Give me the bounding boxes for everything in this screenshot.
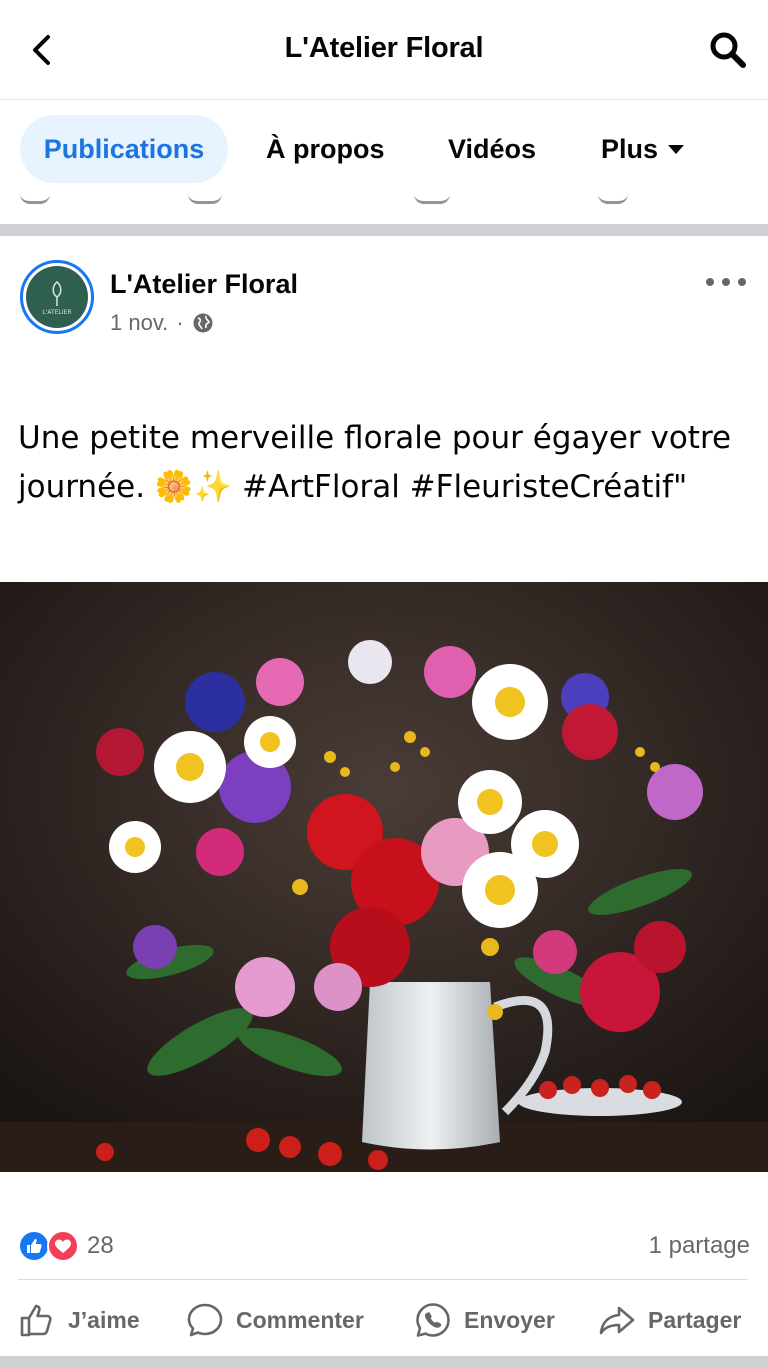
comment-icon [187,1303,223,1337]
like-reaction-icon [18,1230,50,1262]
tab-bar: Publications À propos Vidéos Plus [0,101,768,195]
share-arrow-icon [599,1306,635,1335]
bouquet-illustration [0,582,768,1172]
send-label: Envoyer [464,1306,555,1333]
whatsapp-icon [416,1303,450,1337]
reactions-row: 28 1 partage [18,1222,750,1270]
shares-count[interactable]: 1 partage [649,1232,750,1260]
top-bar: L'Atelier Floral [0,0,768,100]
reactions-count[interactable]: 28 [87,1232,114,1260]
comment-label: Commenter [236,1306,364,1333]
caret-down-icon [668,144,685,154]
like-label: J’aime [68,1306,140,1333]
globe-icon [193,313,213,333]
dot-icon [738,278,746,286]
post-header: L'ATELIER L'Atelier Floral 1 nov. · [0,236,768,356]
tab-more[interactable]: Plus [601,115,685,183]
search-button[interactable] [706,28,750,72]
divider [18,1279,748,1280]
page-title: L'Atelier Floral [284,32,484,64]
previous-post-actions-cutoff [0,186,768,224]
post-text: Une petite merveille florale pour égayer… [18,420,732,505]
post-actions: J’aime Commenter Envoyer Partager [0,1290,768,1350]
post-image[interactable] [0,582,768,1172]
tab-videos[interactable]: Vidéos [448,115,536,183]
section-separator [0,224,768,236]
flower-logo-icon: L'ATELIER [42,281,72,316]
svg-text:L'ATELIER: L'ATELIER [42,309,71,316]
meta-separator: · [176,310,184,335]
love-reaction-icon [47,1230,79,1262]
like-button[interactable]: J’aime [18,1298,140,1342]
search-icon [710,32,746,68]
post-date[interactable]: 1 nov. [110,310,168,336]
avatar[interactable]: L'ATELIER [20,260,94,334]
dot-icon [706,278,714,286]
send-button[interactable]: Envoyer [414,1298,555,1342]
more-options-button[interactable] [706,272,746,292]
comment-button[interactable]: Commenter [186,1298,364,1342]
thumbs-up-icon [20,1304,52,1337]
post-author[interactable]: L'Atelier Floral [110,269,298,300]
tab-publications[interactable]: Publications [20,115,228,183]
share-label: Partager [648,1306,742,1333]
bottom-separator [0,1356,768,1368]
share-button[interactable]: Partager [598,1298,741,1342]
avatar-logo: L'ATELIER [26,266,88,328]
tab-about[interactable]: À propos [266,115,385,183]
post-meta: 1 nov. · [110,310,214,336]
dot-icon [722,278,730,286]
reaction-icons[interactable] [18,1230,79,1262]
